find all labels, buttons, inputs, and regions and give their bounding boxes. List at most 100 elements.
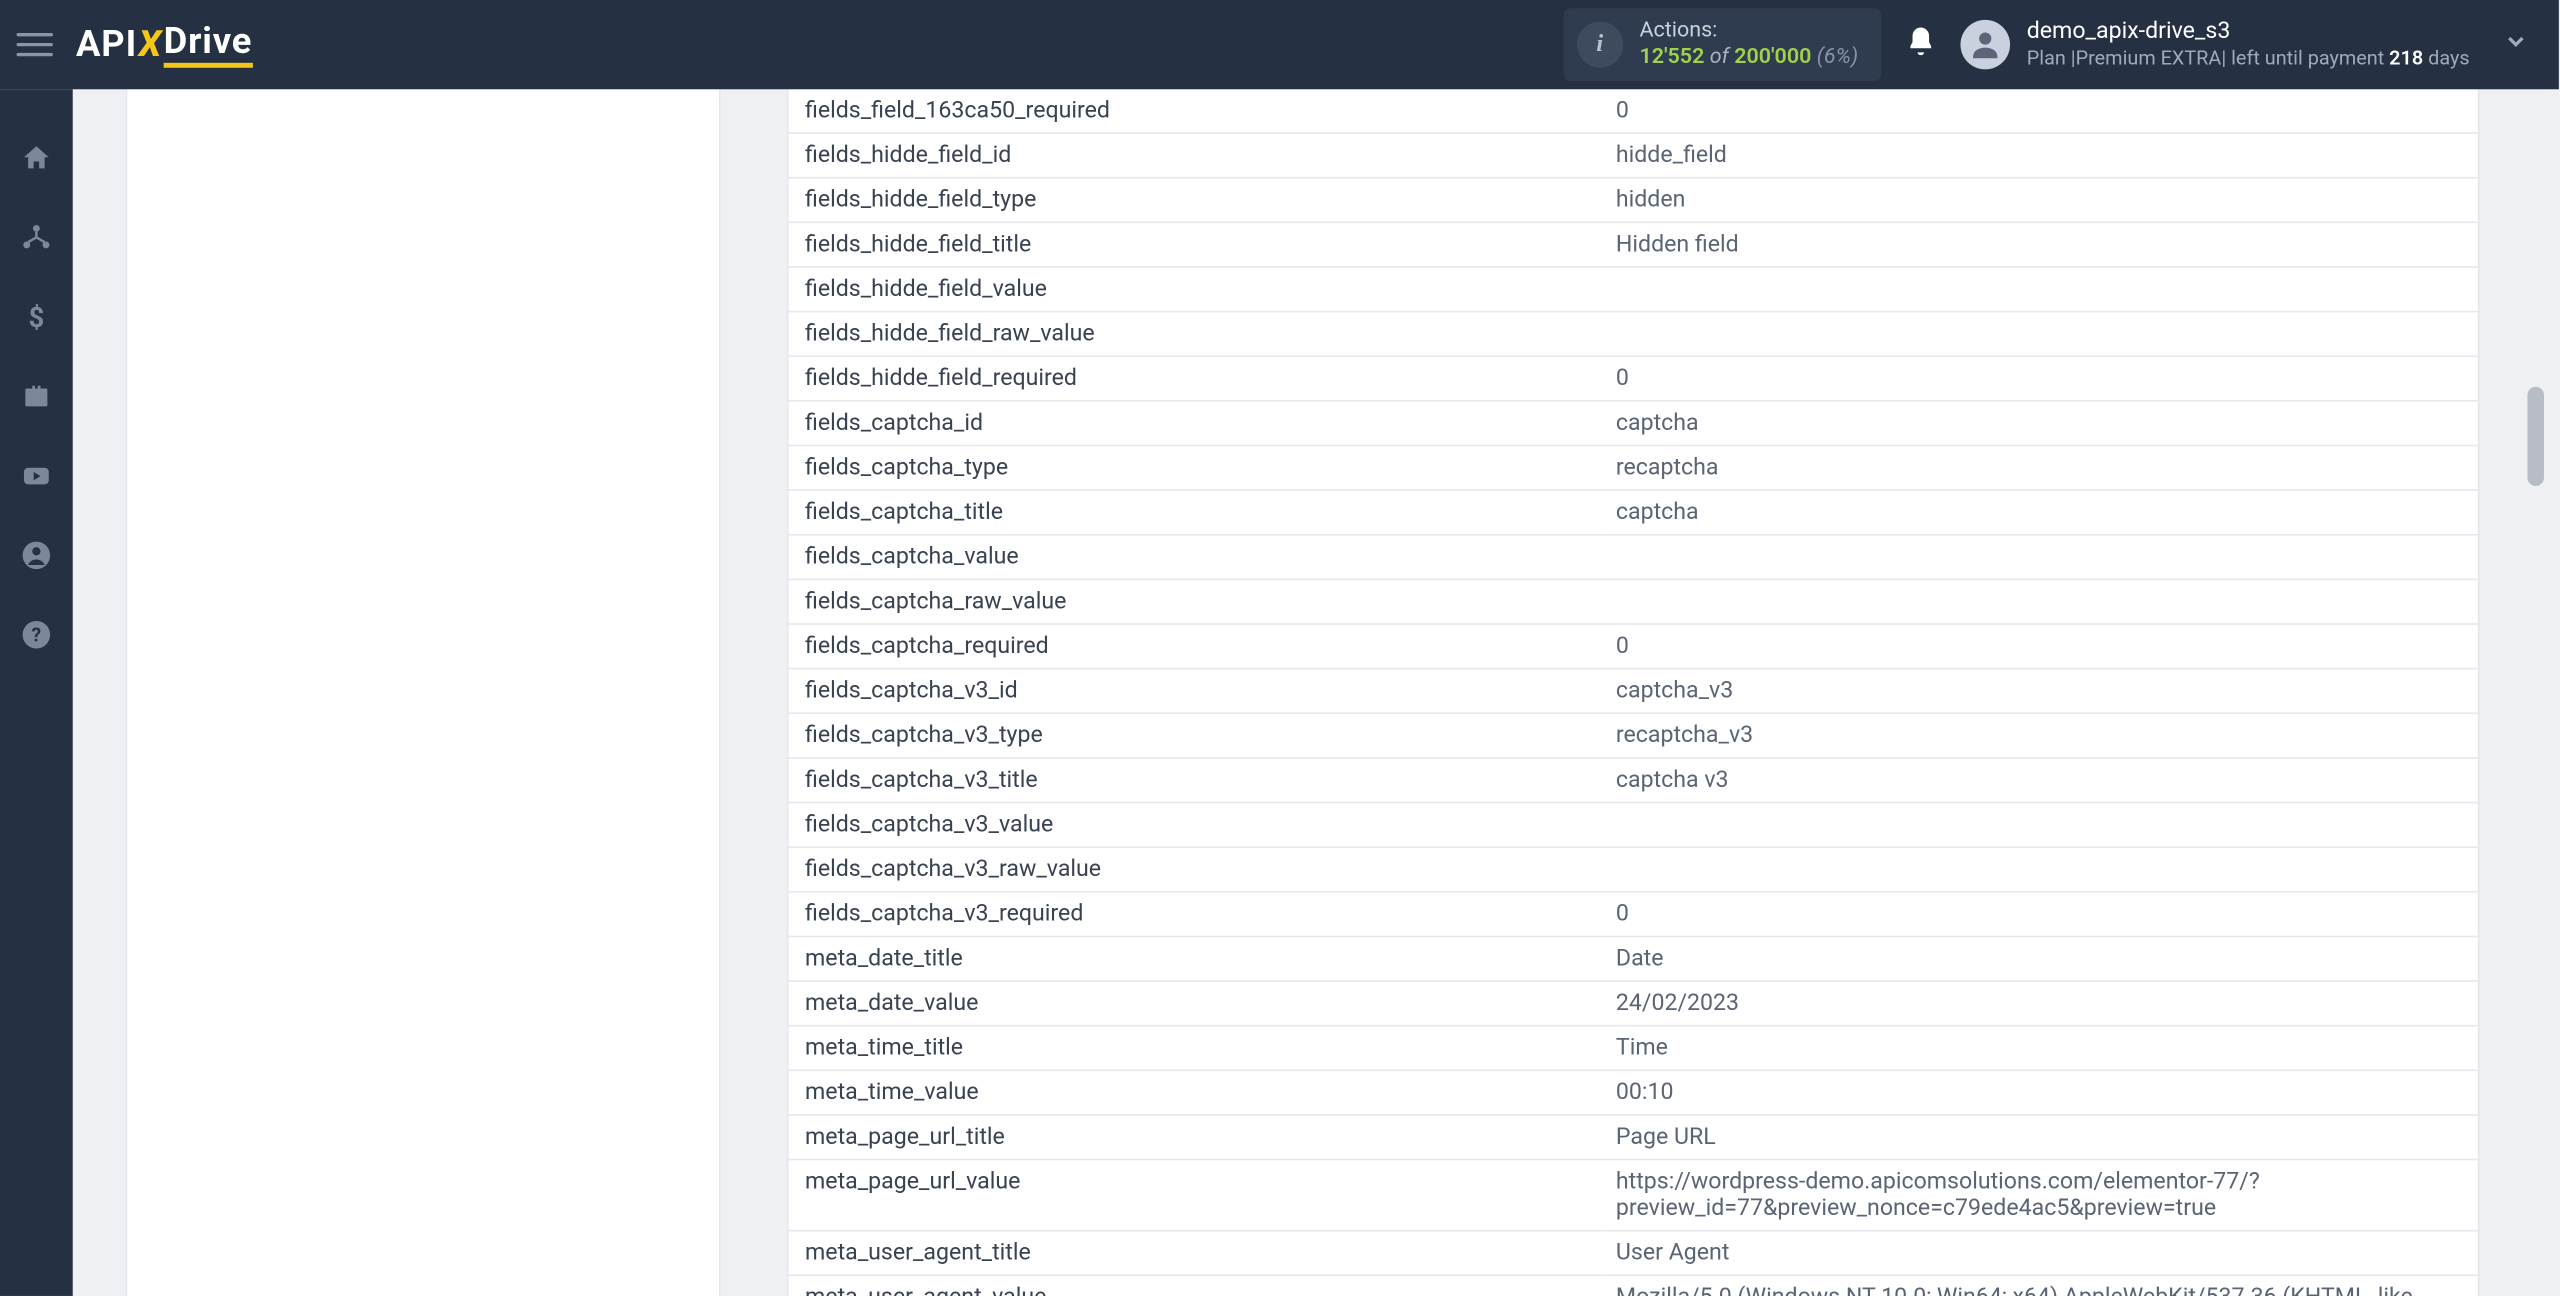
table-row: fields_captcha_v3_typerecaptcha_v3 — [788, 713, 2477, 758]
table-row: meta_time_value00:10 — [788, 1070, 2477, 1115]
data-panel: fields_field_163ca50_required0fields_hid… — [787, 89, 2480, 1296]
sidebar-youtube-icon[interactable] — [17, 456, 57, 496]
field-value: 24/02/2023 — [1599, 981, 2477, 1026]
field-key: fields_captcha_value — [788, 535, 1599, 580]
logo[interactable]: APIXDrive — [76, 21, 252, 67]
table-row: fields_captcha_v3_raw_value — [788, 847, 2477, 892]
field-key: fields_field_163ca50_required — [788, 89, 1599, 133]
field-key: fields_captcha_v3_raw_value — [788, 847, 1599, 892]
table-row: fields_captcha_raw_value — [788, 579, 2477, 624]
field-value: 0 — [1599, 892, 2477, 937]
field-value — [1599, 535, 2477, 580]
field-value: 0 — [1599, 89, 2477, 133]
field-key: fields_hidde_field_title — [788, 222, 1599, 267]
field-key: fields_captcha_id — [788, 401, 1599, 446]
scrollbar[interactable] — [2526, 89, 2546, 1296]
field-key: fields_hidde_field_required — [788, 356, 1599, 401]
table-row: fields_hidde_field_titleHidden field — [788, 222, 2477, 267]
table-row: fields_captcha_v3_titlecaptcha v3 — [788, 758, 2477, 803]
logo-prefix: API — [76, 24, 137, 65]
field-key: meta_user_agent_title — [788, 1231, 1599, 1276]
svg-text:?: ? — [32, 624, 42, 647]
table-row: fields_captcha_idcaptcha — [788, 401, 2477, 446]
actions-counter[interactable]: i Actions: 12'552 of 200'000 (6%) — [1563, 8, 1881, 82]
field-value — [1599, 803, 2477, 848]
field-key: fields_captcha_v3_title — [788, 758, 1599, 803]
field-key: fields_captcha_required — [788, 624, 1599, 669]
field-value: Time — [1599, 1026, 2477, 1071]
field-key: meta_date_value — [788, 981, 1599, 1026]
field-value: Hidden field — [1599, 222, 2477, 267]
sidebar-account-icon[interactable] — [17, 536, 57, 576]
sidebar-billing-icon[interactable]: $ — [17, 298, 57, 338]
field-value: Page URL — [1599, 1115, 2477, 1160]
table-row: meta_time_titleTime — [788, 1026, 2477, 1071]
table-row: fields_captcha_titlecaptcha — [788, 490, 2477, 535]
field-key: fields_captcha_v3_required — [788, 892, 1599, 937]
field-value: captcha_v3 — [1599, 669, 2477, 714]
field-value: User Agent — [1599, 1231, 2477, 1276]
table-row: fields_hidde_field_required0 — [788, 356, 2477, 401]
chevron-down-icon[interactable] — [2493, 28, 2539, 61]
field-key: meta_page_url_title — [788, 1115, 1599, 1160]
field-value: captcha — [1599, 401, 2477, 446]
actions-label: Actions: — [1639, 18, 1858, 45]
table-row: fields_hidde_field_raw_value — [788, 312, 2477, 357]
avatar-icon — [1961, 20, 2011, 70]
field-key: meta_date_title — [788, 936, 1599, 981]
menu-toggle-button[interactable] — [13, 23, 56, 66]
field-value: 0 — [1599, 624, 2477, 669]
field-value — [1599, 847, 2477, 892]
field-key: fields_hidde_field_value — [788, 267, 1599, 312]
left-panel — [126, 89, 721, 1296]
field-value: Mozilla/5.0 (Windows NT 10.0; Win64; x64… — [1599, 1275, 2477, 1296]
field-key: fields_captcha_raw_value — [788, 579, 1599, 624]
field-value: 00:10 — [1599, 1070, 2477, 1115]
sidebar-home-icon[interactable] — [17, 139, 57, 179]
table-row: meta_page_url_titlePage URL — [788, 1115, 2477, 1160]
table-row: fields_hidde_field_value — [788, 267, 2477, 312]
table-row: meta_user_agent_valueMozilla/5.0 (Window… — [788, 1275, 2477, 1296]
field-key: fields_hidde_field_type — [788, 178, 1599, 223]
field-value: hidde_field — [1599, 133, 2477, 178]
top-header: APIXDrive i Actions: 12'552 of 200'000 (… — [0, 0, 2559, 89]
field-value: captcha v3 — [1599, 758, 2477, 803]
field-key: fields_captcha_title — [788, 490, 1599, 535]
user-name: demo_apix-drive_s3 — [2027, 18, 2470, 47]
svg-text:$: $ — [28, 301, 44, 334]
scrollbar-thumb[interactable] — [2527, 387, 2544, 486]
main-area: fields_field_163ca50_required0fields_hid… — [73, 89, 2559, 1296]
field-key: fields_captcha_type — [788, 445, 1599, 490]
notifications-bell-icon[interactable] — [1904, 25, 1937, 65]
sidebar-connections-icon[interactable] — [17, 218, 57, 258]
table-row: fields_hidde_field_idhidde_field — [788, 133, 2477, 178]
logo-x: X — [139, 24, 162, 65]
field-table: fields_field_163ca50_required0fields_hid… — [788, 89, 2477, 1296]
actions-values: 12'552 of 200'000 (6%) — [1639, 45, 1858, 72]
table-row: fields_captcha_required0 — [788, 624, 2477, 669]
field-key: fields_captcha_v3_id — [788, 669, 1599, 714]
table-row: meta_date_value24/02/2023 — [788, 981, 2477, 1026]
user-menu[interactable]: demo_apix-drive_s3 Plan |Premium EXTRA| … — [1961, 18, 2470, 72]
field-value: captcha — [1599, 490, 2477, 535]
field-value — [1599, 267, 2477, 312]
field-key: meta_time_value — [788, 1070, 1599, 1115]
table-row: fields_captcha_typerecaptcha — [788, 445, 2477, 490]
field-key: fields_hidde_field_raw_value — [788, 312, 1599, 357]
field-value: https://wordpress-demo.apicomsolutions.c… — [1599, 1160, 2477, 1231]
field-key: fields_hidde_field_id — [788, 133, 1599, 178]
table-row: meta_user_agent_titleUser Agent — [788, 1231, 2477, 1276]
field-key: meta_user_agent_value — [788, 1275, 1599, 1296]
field-value: 0 — [1599, 356, 2477, 401]
field-value: recaptcha — [1599, 445, 2477, 490]
table-row: fields_field_163ca50_required0 — [788, 89, 2477, 133]
field-value: hidden — [1599, 178, 2477, 223]
sidebar-help-icon[interactable]: ? — [17, 615, 57, 655]
table-row: meta_page_url_valuehttps://wordpress-dem… — [788, 1160, 2477, 1231]
field-key: meta_time_title — [788, 1026, 1599, 1071]
field-key: fields_captcha_v3_value — [788, 803, 1599, 848]
field-value: Date — [1599, 936, 2477, 981]
sidebar-briefcase-icon[interactable] — [17, 377, 57, 417]
info-icon: i — [1577, 21, 1623, 67]
table-row: fields_captcha_v3_idcaptcha_v3 — [788, 669, 2477, 714]
